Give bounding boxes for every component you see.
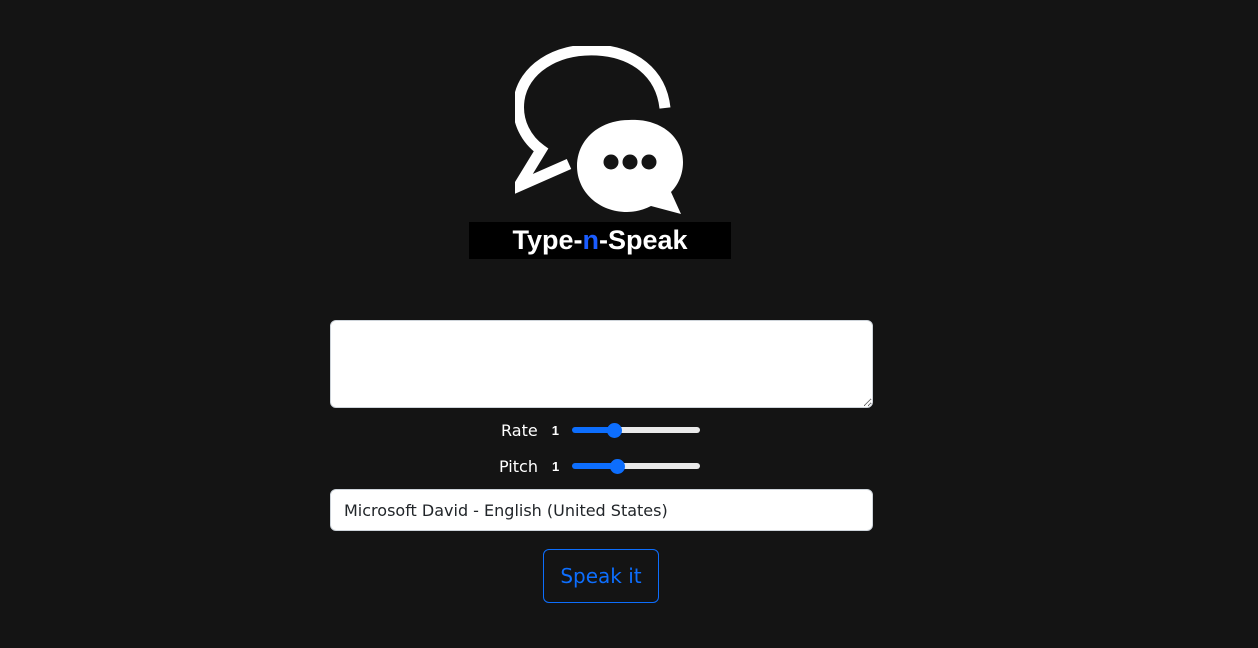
app-page: Type-n -Speak Rate 1 Pitch 1 Microsoft Da… xyxy=(0,0,1258,648)
pitch-value: 1 xyxy=(551,458,560,474)
pitch-control: Pitch 1 xyxy=(499,454,700,478)
chat-bubbles-icon xyxy=(515,46,683,214)
voice-select-value: Microsoft David - English (United States… xyxy=(344,500,668,520)
speech-text-input[interactable] xyxy=(330,320,873,408)
speak-button[interactable]: Speak it xyxy=(543,549,659,603)
rate-control: Rate 1 xyxy=(501,418,700,442)
logo-wordmark: Type-n -Speak xyxy=(469,222,731,259)
rate-value: 1 xyxy=(551,422,559,438)
rate-label: Rate xyxy=(501,420,538,440)
rate-slider[interactable] xyxy=(571,427,700,433)
pitch-label: Pitch xyxy=(499,456,538,476)
app-logo: Type-n -Speak xyxy=(469,46,731,260)
pitch-slider[interactable] xyxy=(571,463,700,469)
voice-select[interactable]: Microsoft David - English (United States… xyxy=(330,489,873,531)
